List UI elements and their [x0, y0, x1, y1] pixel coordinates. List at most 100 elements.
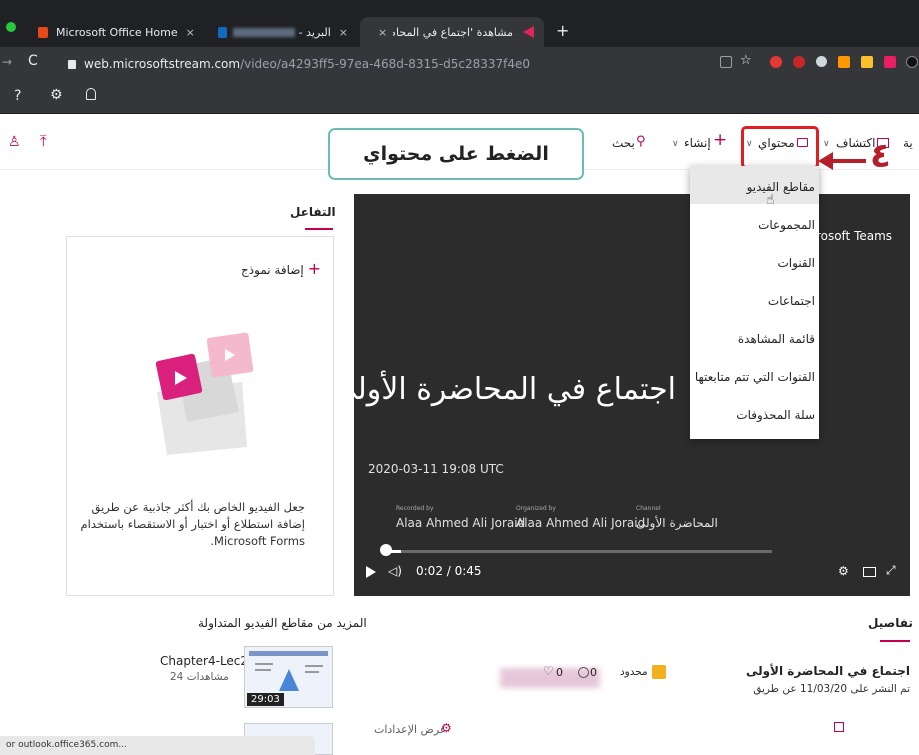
play-icon[interactable]: [366, 566, 376, 578]
help-icon[interactable]: ?: [14, 88, 21, 104]
recorded-by-value: Alaa Ahmed Ali Joraid: [396, 516, 526, 530]
item-label: اجتماعات: [767, 294, 815, 308]
item-label: القنوات التي تتم متابعتها: [694, 370, 815, 384]
recorded-by-label: Recorded by: [396, 505, 434, 512]
view-count: 0: [590, 666, 597, 679]
settings-label[interactable]: عرض الإعدادات: [374, 723, 446, 736]
channel-label: Channel: [636, 505, 661, 512]
details-video-name: اجتماع في المحاضرة الأولى: [745, 664, 910, 678]
nav-search-label[interactable]: بحث: [612, 136, 635, 150]
duration-badge: 29:03: [247, 693, 284, 706]
trending-item-title[interactable]: Chapter4-Lec2: [160, 654, 248, 668]
heart-icon[interactable]: ♡: [543, 664, 554, 678]
gear-icon[interactable]: ⚙: [50, 87, 63, 103]
extension-red2-icon[interactable]: [793, 56, 805, 68]
stream-icon: [523, 26, 534, 38]
nav-home[interactable]: ية: [903, 136, 913, 150]
url-path: /video/a4293ff5-97ea-468d-8315-d5c28337f…: [240, 57, 531, 71]
item-label: سلة المحذوفات: [736, 408, 815, 422]
dropdown-item-recycle-bin[interactable]: سلة المحذوفات: [690, 394, 819, 432]
extension-pink-icon[interactable]: [884, 56, 896, 68]
video-date: 2020-03-11 19:08 UTC: [368, 462, 504, 476]
new-tab-button[interactable]: +: [556, 21, 569, 40]
toolbar-row: ? ⚙: [0, 80, 919, 114]
tab-stream-video[interactable]: مشاهدة 'اجتماع في المحاضرة الأولى ×: [360, 17, 544, 47]
tab-office-home[interactable]: Microsoft Office Home ×: [28, 17, 208, 47]
translate-icon[interactable]: [720, 56, 732, 68]
video-thumbnail[interactable]: 29:03: [244, 646, 333, 708]
url-host: web.microsoftstream.com: [84, 57, 241, 71]
video-player[interactable]: icrosoft Teams اجتماع في المحاضرة الأولى…: [333, 194, 910, 596]
reload-icon[interactable]: C: [28, 53, 38, 69]
dropdown-item-groups[interactable]: المجموعات: [690, 204, 819, 242]
upload-icon[interactable]: ⤒: [40, 132, 47, 150]
add-form-button[interactable]: إضافة نموذج +: [241, 259, 321, 278]
chevron-down-icon[interactable]: ∨: [823, 139, 830, 149]
dropdown-item-channels[interactable]: القنوات: [690, 242, 819, 280]
extension-grey-icon[interactable]: [816, 56, 827, 67]
dropdown-item-videos[interactable]: مقاطع الفيديو: [690, 166, 819, 204]
progress-track[interactable]: [384, 550, 772, 553]
office-icon: [38, 26, 48, 38]
extension-red-icon[interactable]: [770, 56, 782, 68]
video-controls: ◁) 0:02 / 0:45 ⚙ ⤢: [366, 563, 896, 584]
nav-create[interactable]: إنشاء: [684, 136, 711, 150]
dropdown-item-meetings[interactable]: اجتماعات: [690, 280, 819, 318]
settings-icon[interactable]: ⚙: [838, 564, 849, 578]
star-icon[interactable]: ☆: [740, 53, 752, 68]
fullscreen-icon[interactable]: ⤢: [886, 563, 896, 578]
close-icon[interactable]: ×: [339, 26, 348, 39]
person-icon[interactable]: ♙: [8, 134, 21, 150]
time-display: 0:02 / 0:45: [416, 564, 482, 578]
blurred-tab-text: [233, 27, 295, 37]
chevron-down-icon[interactable]: ∨: [672, 139, 679, 149]
gear-icon[interactable]: ⚙: [441, 721, 452, 735]
dropdown-item-watchlist[interactable]: قائمة المشاهدة: [690, 318, 819, 356]
close-icon[interactable]: ×: [378, 26, 387, 39]
add-form-label: إضافة نموذج: [241, 263, 304, 277]
video-title-overlay: اجتماع في المحاضرة الأولى: [332, 372, 676, 407]
close-icon[interactable]: ×: [186, 26, 195, 39]
organized-by-value: Alaa Ahmed Ali Joraid: [516, 516, 646, 530]
callout-text: الضغط على محتواي: [363, 143, 549, 165]
forward-icon[interactable]: →: [2, 55, 12, 69]
plus-icon[interactable]: +: [713, 130, 727, 150]
pointer-arrow: [830, 159, 866, 163]
forms-illustration: [155, 332, 254, 455]
bell-icon[interactable]: [86, 88, 96, 100]
tab-label: Microsoft Office Home: [56, 25, 178, 39]
tab-underline: [880, 640, 910, 642]
address-bar-row: → C web.microsoftstream.com/video/a4293f…: [0, 47, 919, 80]
channel-value: المحاضرة الأولى: [636, 516, 718, 530]
published-text: تم النشر على 11/03/20 عن طريق: [753, 683, 910, 695]
action-bar: عرض الإعدادات ⚙: [354, 720, 910, 755]
step-number: ٤: [870, 136, 891, 176]
dropdown-item-followed-channels[interactable]: القنوات التي تتم متابعتها: [690, 356, 819, 394]
outlook-icon: [218, 26, 228, 38]
item-label: المجموعات: [758, 218, 815, 232]
volume-icon[interactable]: ◁): [388, 564, 402, 578]
captions-icon[interactable]: [863, 567, 876, 577]
window-control-icon[interactable]: [6, 22, 16, 32]
trending-heading: المزيد من مقاطع الفيديو المتداولة: [198, 616, 367, 630]
extension-yellow-icon[interactable]: [861, 56, 873, 68]
my-content-dropdown: مقاطع الفيديو ☝ المجموعات القنوات اجتماع…: [690, 166, 819, 439]
interaction-heading[interactable]: التفاعل: [290, 205, 336, 219]
url-field[interactable]: web.microsoftstream.com/video/a4293ff5-9…: [58, 53, 708, 75]
details-heading[interactable]: تفاصيل: [868, 616, 913, 630]
eye-icon: [578, 667, 589, 678]
highlight-box: [741, 126, 819, 169]
progress-handle[interactable]: [380, 544, 392, 556]
extension-dark-icon[interactable]: [906, 56, 918, 68]
trending-item-views: 24 مشاهدات: [170, 671, 229, 683]
lock-icon: [68, 59, 76, 69]
extension-colorful-icon[interactable]: [838, 56, 850, 68]
tab-label: مشاهدة 'اجتماع في المحاضرة الأولى: [393, 25, 513, 39]
add-form-description: جعل الفيديو الخاص بك أكثر جاذبية عن طريق…: [80, 500, 305, 548]
search-icon[interactable]: ⚲: [636, 134, 646, 149]
list-icon[interactable]: [834, 722, 844, 732]
tab-mail[interactable]: - البريد ×: [208, 17, 358, 47]
tab-label: - البريد: [298, 25, 331, 39]
plus-icon: +: [307, 259, 321, 278]
privacy-label: محدود: [620, 666, 648, 678]
